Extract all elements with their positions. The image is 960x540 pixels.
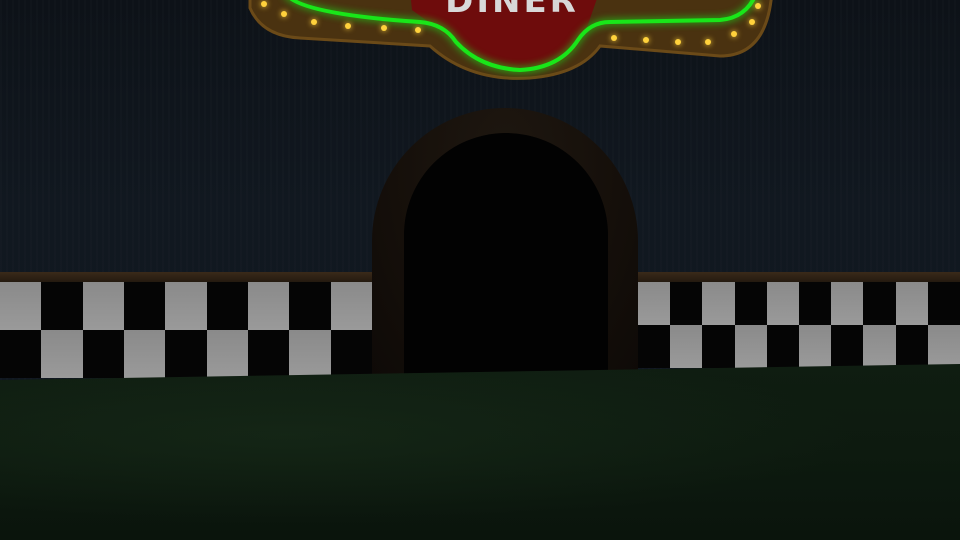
marquee-bulb: [731, 31, 737, 37]
marquee-bulb: [345, 23, 351, 29]
checker-tile: [0, 282, 42, 330]
checker-tile: [734, 325, 767, 368]
game-scene: DINER: [0, 0, 960, 540]
sign-text: DINER: [445, 0, 579, 21]
checker-tile: [206, 282, 248, 330]
checker-tile: [330, 330, 372, 378]
checker-row: [0, 330, 372, 378]
checker-tile: [702, 282, 735, 325]
checker-tile: [895, 325, 928, 368]
marquee-bulb: [705, 39, 711, 45]
checker-tile: [289, 282, 331, 330]
checker-tile: [798, 325, 832, 368]
checker-tile: [247, 282, 290, 330]
checker-tile: [41, 282, 83, 330]
checker-tile: [206, 330, 248, 378]
checker-tile: [123, 282, 166, 330]
checker-tile: [798, 282, 832, 325]
wall-trim-right: [636, 272, 960, 282]
checker-row: [638, 282, 960, 325]
marquee-bulb: [311, 19, 317, 25]
checker-row: [638, 325, 960, 368]
checker-tile: [831, 325, 864, 368]
doorway-opening[interactable]: [404, 133, 608, 380]
checker-tile: [734, 282, 767, 325]
checkered-wall-band-left: [0, 282, 372, 378]
checker-tile: [702, 325, 735, 368]
checker-tile: [638, 282, 671, 325]
marquee-bulb: [755, 3, 761, 9]
checker-tile: [863, 325, 896, 368]
checker-tile: [82, 330, 124, 378]
marquee-bulb: [611, 35, 617, 41]
diner-neon-sign: DINER: [248, 0, 773, 80]
checker-tile: [927, 325, 960, 368]
checker-tile: [670, 325, 703, 368]
checker-tile: [766, 325, 799, 368]
checker-tile: [863, 282, 896, 325]
marquee-bulb: [415, 27, 421, 33]
checkered-wall-band-right: [638, 282, 960, 368]
checker-tile: [330, 282, 372, 330]
checker-tile: [927, 282, 960, 325]
wall-trim-left: [0, 272, 372, 282]
checker-tile: [289, 330, 331, 378]
checker-tile: [41, 330, 83, 378]
checker-tile: [247, 330, 290, 378]
checker-row: [0, 282, 372, 330]
checker-tile: [0, 330, 42, 378]
checker-tile: [123, 330, 166, 378]
checker-tile: [766, 282, 799, 325]
checker-tile: [165, 330, 207, 378]
checker-tile: [831, 282, 864, 325]
marquee-bulb: [381, 25, 387, 31]
checker-tile: [895, 282, 928, 325]
checker-tile: [165, 282, 207, 330]
checker-tile: [638, 325, 671, 368]
floor: [0, 364, 960, 540]
marquee-bulb: [643, 37, 649, 43]
checker-tile: [82, 282, 124, 330]
marquee-bulb: [675, 39, 681, 45]
marquee-bulb: [281, 11, 287, 17]
checker-tile: [670, 282, 703, 325]
marquee-bulb: [749, 19, 755, 25]
marquee-bulb: [261, 1, 267, 7]
